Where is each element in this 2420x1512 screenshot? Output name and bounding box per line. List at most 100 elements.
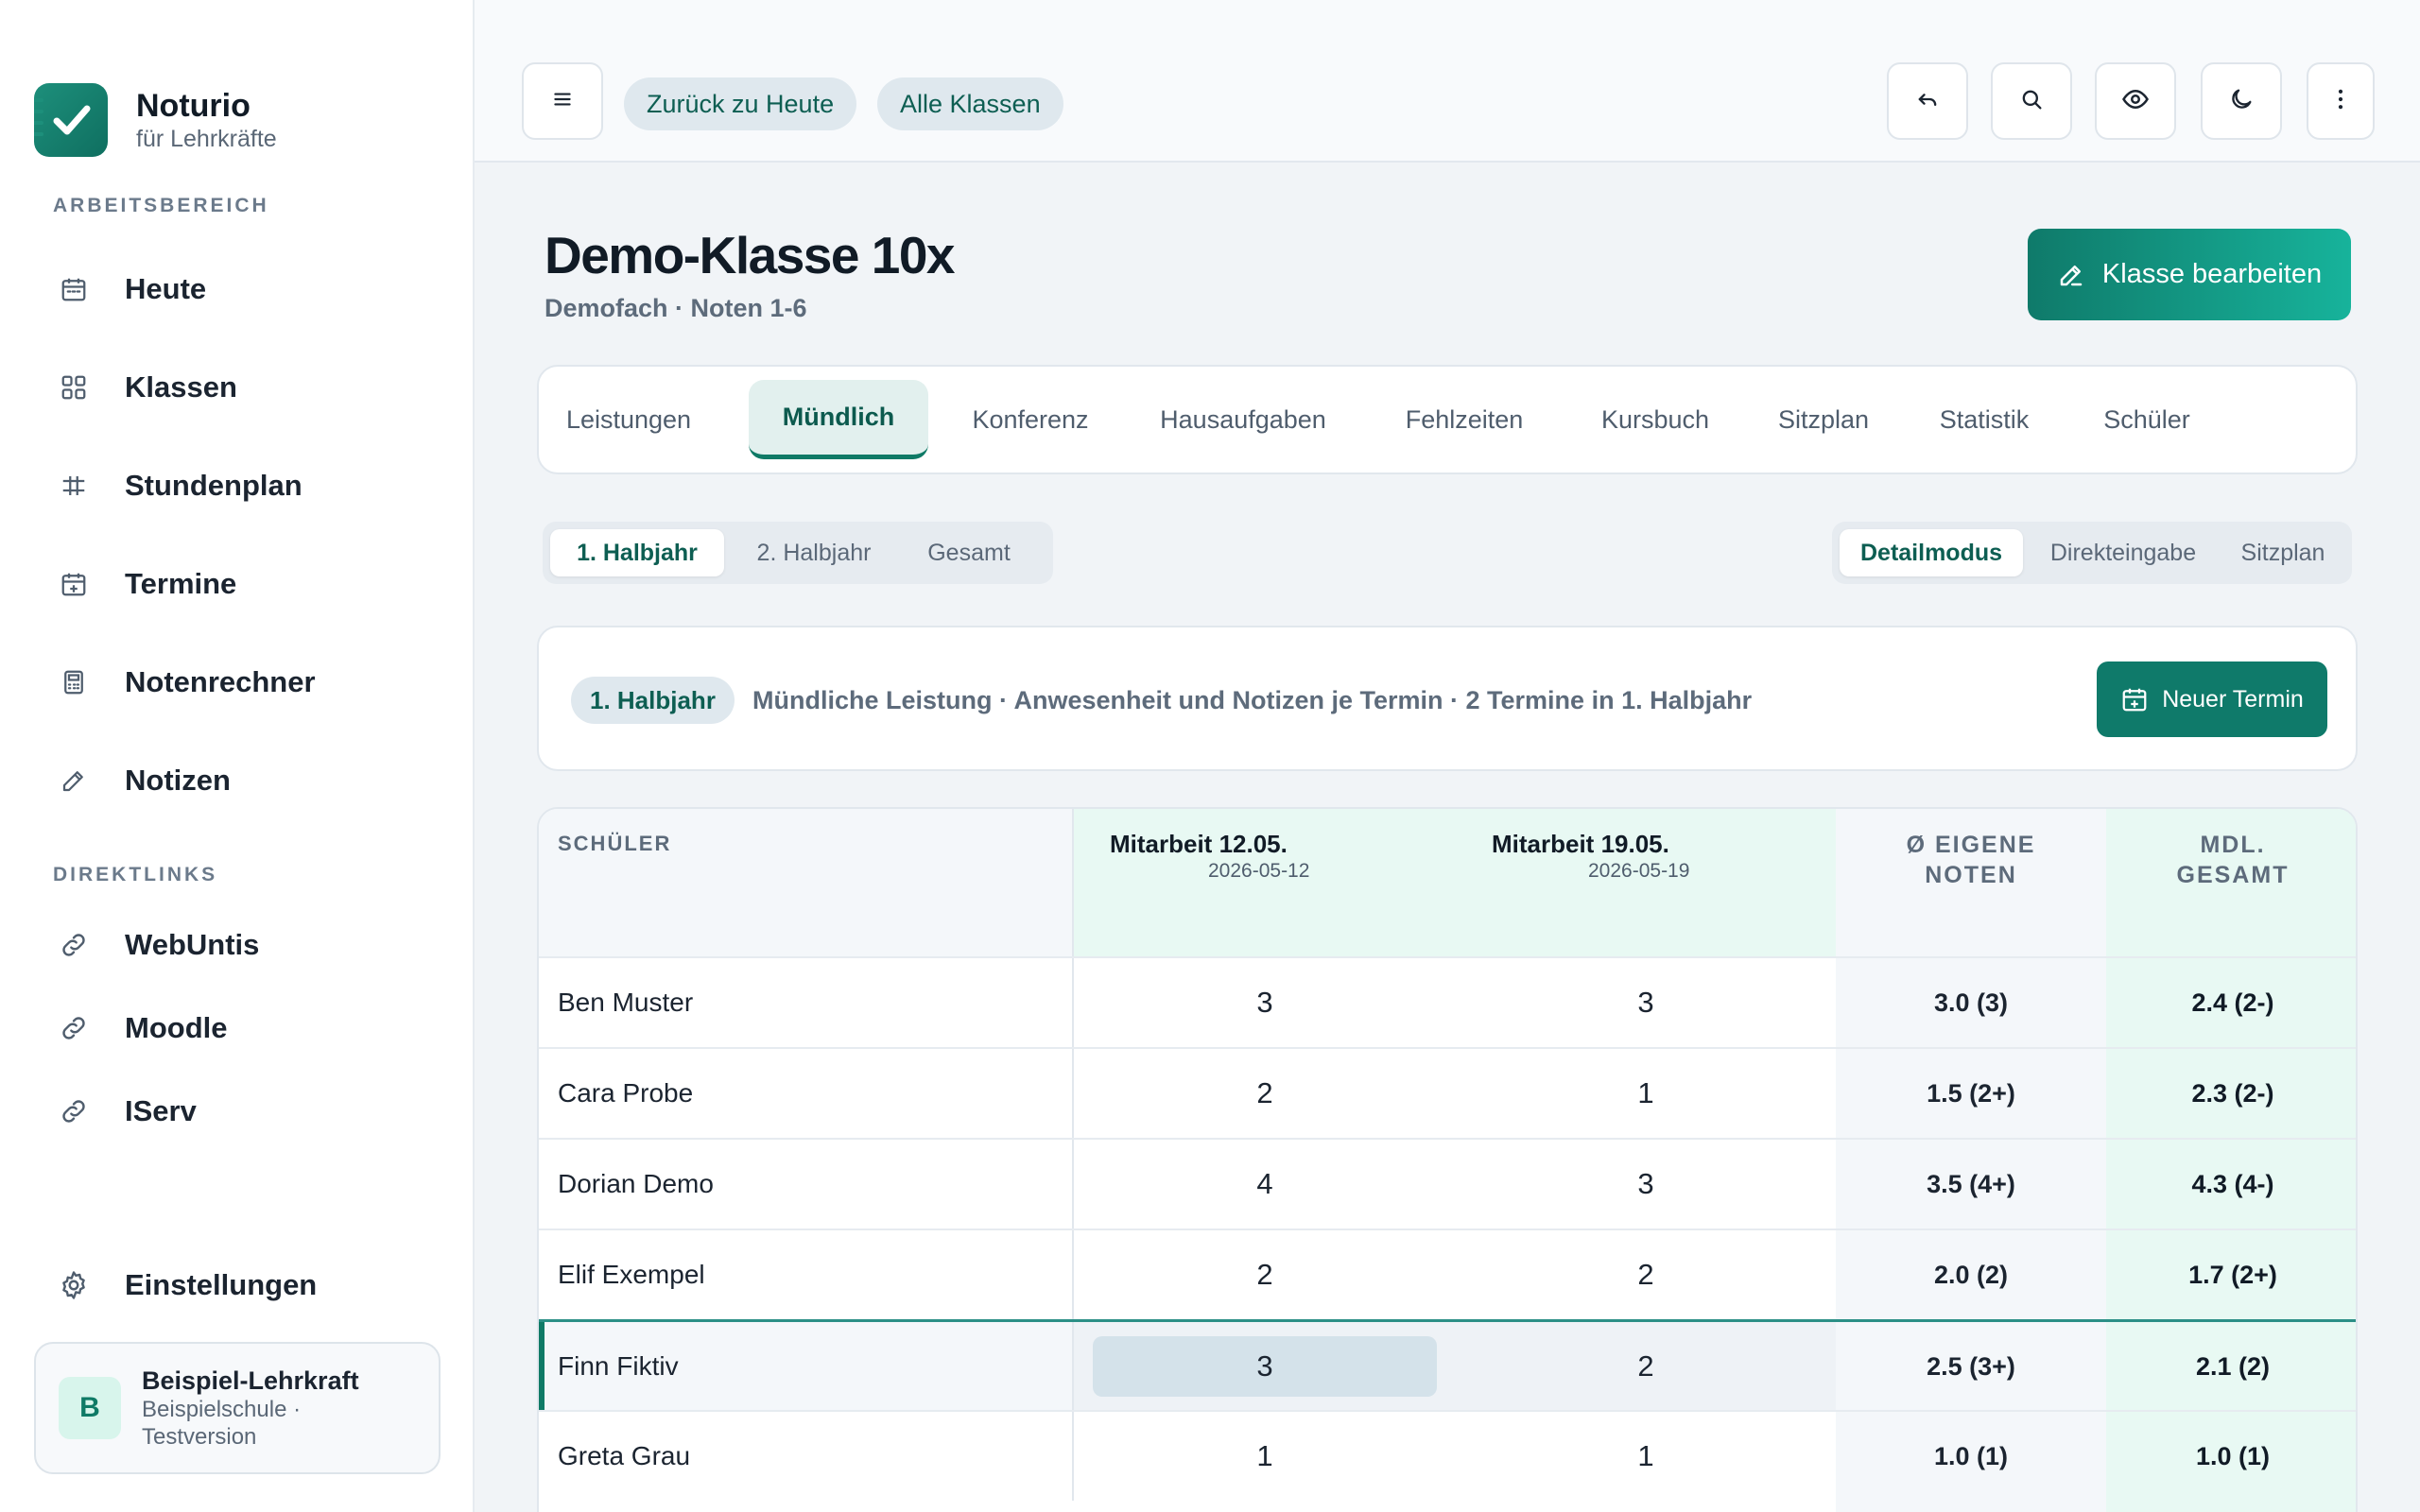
grade-cell[interactable]: 2 — [1456, 1230, 1836, 1319]
tab-leistungen[interactable]: Leistungen — [558, 380, 700, 459]
class-tabs: Leistungen Mündlich Konferenz Hausaufgab… — [537, 365, 2358, 474]
calendar-icon — [57, 272, 91, 306]
info-description: Mündliche Leistung · Anwesenheit und Not… — [752, 686, 1753, 714]
table-row[interactable]: Ben Muster 3 3 3.0 (3) 2.4 (2-) — [539, 956, 2356, 1047]
term-option-1[interactable]: 1. Halbjahr — [550, 529, 724, 576]
grade-cell[interactable]: 1 — [1456, 1049, 1836, 1138]
mode-seating[interactable]: Sitzplan — [2221, 529, 2344, 576]
all-classes-button[interactable]: Alle Klassen — [877, 77, 1063, 130]
term-1-title[interactable]: Mitarbeit 12.05. — [1110, 830, 1288, 859]
table-row[interactable]: Greta Grau 1 1 1.0 (1) 1.0 (1) — [539, 1410, 2356, 1501]
search-button[interactable] — [1991, 62, 2072, 140]
sidebar-item-einstellungen[interactable]: Einstellungen — [57, 1257, 435, 1314]
term-badge: 1. Halbjahr — [571, 677, 735, 724]
tab-muendlich[interactable]: Mündlich — [749, 380, 928, 459]
sidebar-link-iserv[interactable]: IServ — [57, 1083, 435, 1140]
sidebar-item-notenrechner[interactable]: Notenrechner — [57, 654, 435, 711]
calendar-plus-icon — [57, 567, 91, 601]
student-name[interactable]: Elif Exempel — [539, 1230, 1074, 1319]
header-student: SCHÜLER — [539, 809, 1074, 956]
oral-total: 1.7 (2+) — [2106, 1230, 2356, 1319]
sidebar-item-notizen[interactable]: Notizen — [57, 752, 435, 809]
student-name[interactable]: Finn Fiktiv — [539, 1322, 1074, 1411]
grade-cell[interactable]: 3 — [1456, 1140, 1836, 1228]
grade-cell[interactable]: 2 — [1074, 1230, 1456, 1319]
app-logo-icon — [34, 83, 108, 157]
term-2-title[interactable]: Mitarbeit 19.05. — [1492, 830, 1669, 859]
table-row-selected[interactable]: Finn Fiktiv 3 2 2.5 (3+) 2.1 (2) — [539, 1319, 2356, 1411]
grade-cell[interactable]: 3 — [1074, 958, 1456, 1047]
term-2-date: 2026-05-19 — [1588, 860, 1690, 882]
menu-button[interactable] — [522, 62, 603, 140]
tab-schueler[interactable]: Schüler — [2085, 380, 2208, 459]
oral-total: 2.3 (2-) — [2106, 1049, 2356, 1138]
student-name[interactable]: Greta Grau — [539, 1412, 1074, 1501]
user-org: Beispielschule · — [142, 1397, 302, 1422]
header-terms: Mitarbeit 12.05. 2026-05-12 Mitarbeit 19… — [1074, 809, 1836, 956]
term-switch: 1. Halbjahr 2. Halbjahr Gesamt — [543, 522, 1053, 584]
table-row[interactable]: Cara Probe 2 1 1.5 (2+) 2.3 (2-) — [539, 1047, 2356, 1138]
student-name[interactable]: Cara Probe — [539, 1049, 1074, 1138]
sidebar-link-label: Moodle — [125, 1011, 228, 1044]
oral-total: 4.3 (4-) — [2106, 1140, 2356, 1228]
link-icon — [57, 1011, 91, 1045]
workspace-section-label: ARBEITSBEREICH — [53, 195, 269, 216]
grade-cell-focus[interactable]: 3 — [1074, 1322, 1456, 1411]
sidebar-item-termine[interactable]: Termine — [57, 556, 435, 612]
mode-direct-input[interactable]: Direkteingabe — [2031, 529, 2216, 576]
own-average: 1.0 (1) — [1836, 1412, 2106, 1501]
grade-cell[interactable]: 2 — [1074, 1049, 1456, 1138]
menu-icon — [550, 87, 575, 116]
back-to-today-button[interactable]: Zurück zu Heute — [624, 77, 857, 130]
sidebar-item-stundenplan[interactable]: Stundenplan — [57, 457, 435, 514]
gear-icon — [57, 1268, 91, 1302]
more-options-button[interactable] — [2307, 62, 2375, 140]
sidebar-item-label: Termine — [125, 567, 237, 600]
links-section-label: DIREKTLINKS — [53, 864, 218, 885]
dark-mode-button[interactable] — [2201, 62, 2282, 140]
sidebar-link-moodle[interactable]: Moodle — [57, 1000, 435, 1057]
page-title: Demo-Klasse 10x — [544, 226, 956, 284]
eye-icon — [2121, 85, 2150, 118]
grade-cell[interactable]: 3 — [1456, 958, 1836, 1047]
grade-cell-selected[interactable]: 3 — [1093, 1336, 1437, 1397]
tab-fehlzeiten[interactable]: Fehlzeiten — [1386, 380, 1543, 459]
brand[interactable]: Noturio für Lehrkräfte — [34, 83, 277, 157]
undo-icon — [1914, 86, 1941, 117]
pen-icon — [2060, 265, 2083, 285]
grade-cell[interactable]: 4 — [1074, 1140, 1456, 1228]
link-icon — [57, 928, 91, 962]
undo-button[interactable] — [1887, 62, 1968, 140]
edit-class-label: Klasse bearbeiten — [2101, 259, 2323, 289]
header-avg-line1: Ø EIGENE — [1906, 832, 2036, 858]
table-row[interactable]: Dorian Demo 4 3 3.5 (4+) 4.3 (4-) — [539, 1138, 2356, 1228]
header-student-label: SCHÜLER — [558, 832, 672, 855]
mode-detail[interactable]: Detailmodus — [1840, 529, 2023, 576]
tab-kursbuch[interactable]: Kursbuch — [1584, 380, 1726, 459]
student-name[interactable]: Ben Muster — [539, 958, 1074, 1047]
edit-class-button[interactable]: Klasse bearbeiten — [2028, 229, 2351, 320]
sidebar-item-heute[interactable]: Heute — [57, 261, 435, 318]
preview-button[interactable] — [2095, 62, 2176, 140]
sidebar-item-label: Notizen — [125, 764, 231, 797]
table-row[interactable]: Elif Exempel 2 2 2.0 (2) 1.7 (2+) — [539, 1228, 2356, 1319]
oral-total: 2.1 (2) — [2106, 1322, 2356, 1411]
grade-cell[interactable]: 2 — [1456, 1322, 1836, 1411]
new-appointment-button[interactable]: Neuer Termin — [2097, 662, 2327, 737]
student-name[interactable]: Dorian Demo — [539, 1140, 1074, 1228]
grade-cell[interactable]: 1 — [1074, 1412, 1456, 1501]
info-card: 1. Halbjahr Mündliche Leistung · Anwesen… — [537, 626, 2358, 771]
tab-sitzplan[interactable]: Sitzplan — [1762, 380, 1885, 459]
mode-switch: Detailmodus Direkteingabe Sitzplan — [1832, 522, 2352, 584]
tab-hausaufgaben[interactable]: Hausaufgaben — [1144, 380, 1342, 459]
user-card[interactable]: B Beispiel-Lehrkraft Beispielschule · Te… — [34, 1342, 441, 1474]
sidebar: Noturio für Lehrkräfte ARBEITSBEREICH He… — [0, 0, 475, 1512]
sidebar-item-klassen[interactable]: Klassen — [57, 359, 435, 416]
tab-konferenz[interactable]: Konferenz — [955, 380, 1106, 459]
tab-statistik[interactable]: Statistik — [1923, 380, 2046, 459]
avatar: B — [59, 1377, 121, 1439]
sidebar-link-webuntis[interactable]: WebUntis — [57, 917, 435, 973]
grade-cell[interactable]: 1 — [1456, 1412, 1836, 1501]
term-option-total[interactable]: Gesamt — [898, 529, 1040, 576]
term-option-2[interactable]: 2. Halbjahr — [732, 529, 896, 576]
